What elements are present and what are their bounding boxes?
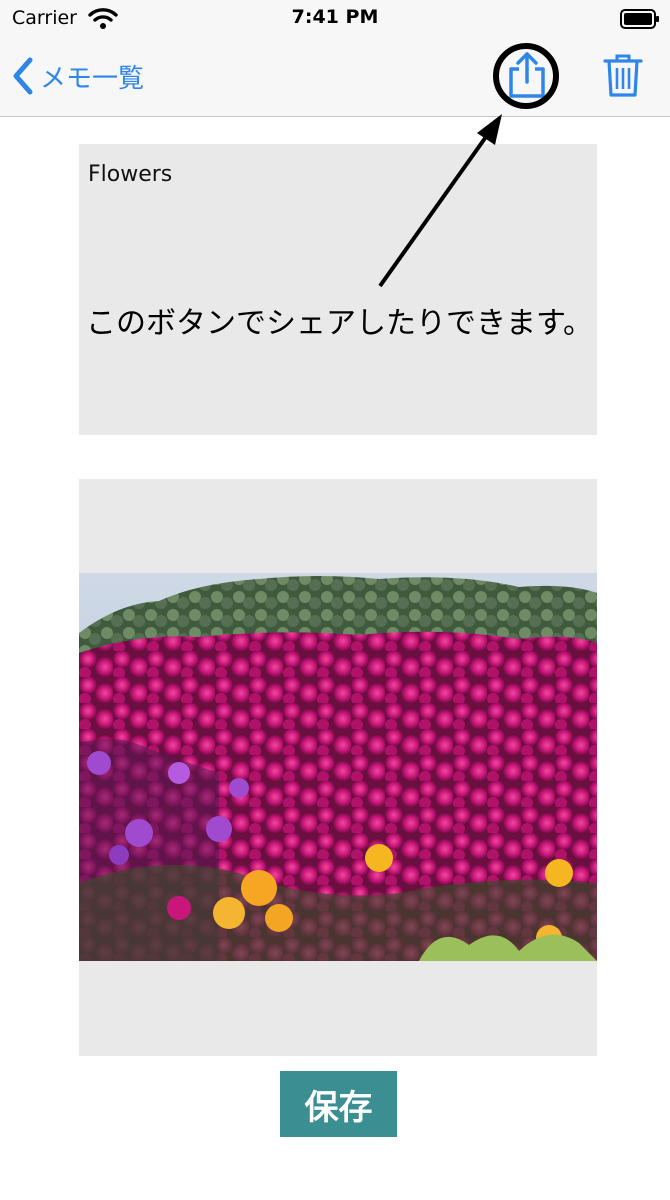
- trash-icon: [603, 54, 643, 97]
- memo-text-area[interactable]: Flowers: [79, 144, 597, 435]
- status-bar: Carrier 7:41 PM: [0, 0, 670, 36]
- back-button-label: メモ一覧: [40, 63, 145, 94]
- memo-text: Flowers: [88, 162, 173, 187]
- navigation-bar: メモ一覧: [0, 36, 670, 117]
- flower-photo: [79, 573, 597, 961]
- annotation-highlight-ring: [493, 43, 559, 109]
- status-time: 7:41 PM: [291, 6, 379, 28]
- memo-image-area[interactable]: [79, 479, 597, 1056]
- back-button[interactable]: メモ一覧: [10, 56, 144, 96]
- save-button[interactable]: 保存: [280, 1071, 397, 1137]
- battery-icon: [620, 9, 659, 29]
- delete-button[interactable]: [603, 52, 643, 98]
- annotation-caption: このボタンでシェアしたりできます。: [86, 306, 593, 341]
- chevron-left-icon: [13, 57, 33, 95]
